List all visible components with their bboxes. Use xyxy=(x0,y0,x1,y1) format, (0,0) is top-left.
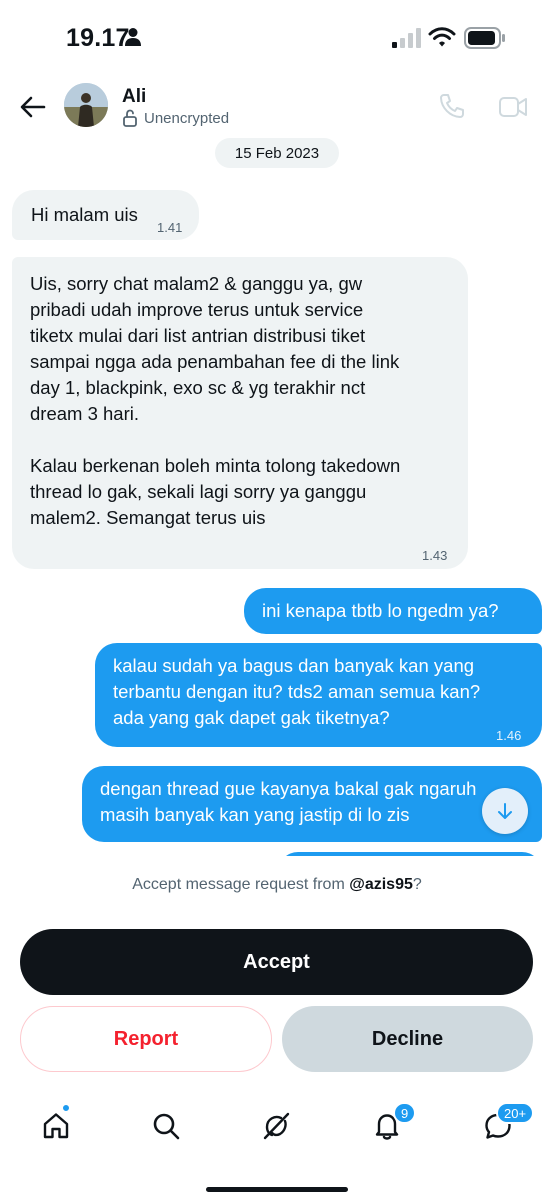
back-button[interactable] xyxy=(16,90,50,124)
home-indicator[interactable] xyxy=(206,1187,348,1192)
bottom-navigation: 9 20+ xyxy=(0,1092,554,1200)
message-text: dengan thread gue kayanya bakal gak ngar… xyxy=(100,778,477,825)
search-icon xyxy=(153,1113,180,1140)
requester-handle[interactable]: @azis95 xyxy=(349,876,413,893)
messages-badge: 20+ xyxy=(496,1102,535,1124)
message-text: ini kenapa tbtb lo ngedm ya? xyxy=(262,600,499,621)
message-bubble-incoming[interactable]: Hi malam uis 1.41 xyxy=(12,190,199,240)
notifications-badge: 9 xyxy=(393,1102,417,1124)
video-camera-icon[interactable] xyxy=(498,94,528,120)
status-bar: 19.17 xyxy=(0,0,554,76)
wifi-icon xyxy=(428,27,456,47)
home-icon xyxy=(43,1113,69,1139)
request-suffix: ? xyxy=(412,876,422,893)
lock-icon xyxy=(123,109,137,127)
conversation-header: Ali Unencrypted xyxy=(0,76,554,140)
avatar[interactable] xyxy=(64,83,108,127)
decline-button[interactable]: Decline xyxy=(282,1006,533,1072)
message-bubble-outgoing[interactable]: dengan thread gue kayanya bakal gak ngar… xyxy=(82,766,542,842)
message-text: Uis, sorry chat malam2 & ganggu ya, gw p… xyxy=(30,273,401,528)
arrow-down-icon xyxy=(498,803,512,819)
battery-icon xyxy=(464,27,505,49)
message-text: kalau sudah ya bagus dan banyak kan yang… xyxy=(113,655,481,728)
report-button[interactable]: Report xyxy=(20,1006,272,1072)
avatar-photo xyxy=(64,83,108,127)
accept-button[interactable]: Accept xyxy=(20,929,533,995)
message-time: 1.43 xyxy=(422,548,448,563)
phone-icon[interactable] xyxy=(438,92,466,120)
message-text: Hi malam uis xyxy=(31,204,138,225)
nav-grok[interactable] xyxy=(254,1106,298,1146)
message-time: 1.41 xyxy=(157,220,183,235)
message-request-prompt: Accept message request from @azis95? xyxy=(0,876,554,894)
message-time: 1.46 xyxy=(496,728,522,743)
message-bubble-outgoing[interactable]: ini kenapa tbtb lo ngedm ya? xyxy=(244,588,542,634)
message-bubble-incoming[interactable]: Uis, sorry chat malam2 & ganggu ya, gw p… xyxy=(12,257,468,569)
message-thread[interactable]: Hi malam uis 1.41 Uis, sorry chat malam2… xyxy=(0,170,554,856)
contact-name[interactable]: Ali xyxy=(122,86,146,108)
date-divider: 15 Feb 2023 xyxy=(215,138,339,168)
nav-search[interactable] xyxy=(144,1106,188,1146)
scroll-to-bottom-button[interactable] xyxy=(482,788,528,834)
message-bubble-outgoing-partial[interactable] xyxy=(278,852,542,856)
person-icon xyxy=(125,28,141,46)
encryption-label: Unencrypted xyxy=(144,109,230,127)
message-bubble-outgoing[interactable]: kalau sudah ya bagus dan banyak kan yang… xyxy=(95,643,542,747)
grok-icon xyxy=(263,1112,290,1140)
home-unread-dot xyxy=(62,1104,70,1112)
status-time: 19.17 xyxy=(66,24,130,52)
back-arrow-icon xyxy=(20,96,46,118)
encryption-status: Unencrypted xyxy=(122,109,229,127)
request-prefix: Accept message request from xyxy=(132,876,350,893)
signal-icon xyxy=(392,28,421,48)
nav-home[interactable] xyxy=(34,1106,78,1146)
